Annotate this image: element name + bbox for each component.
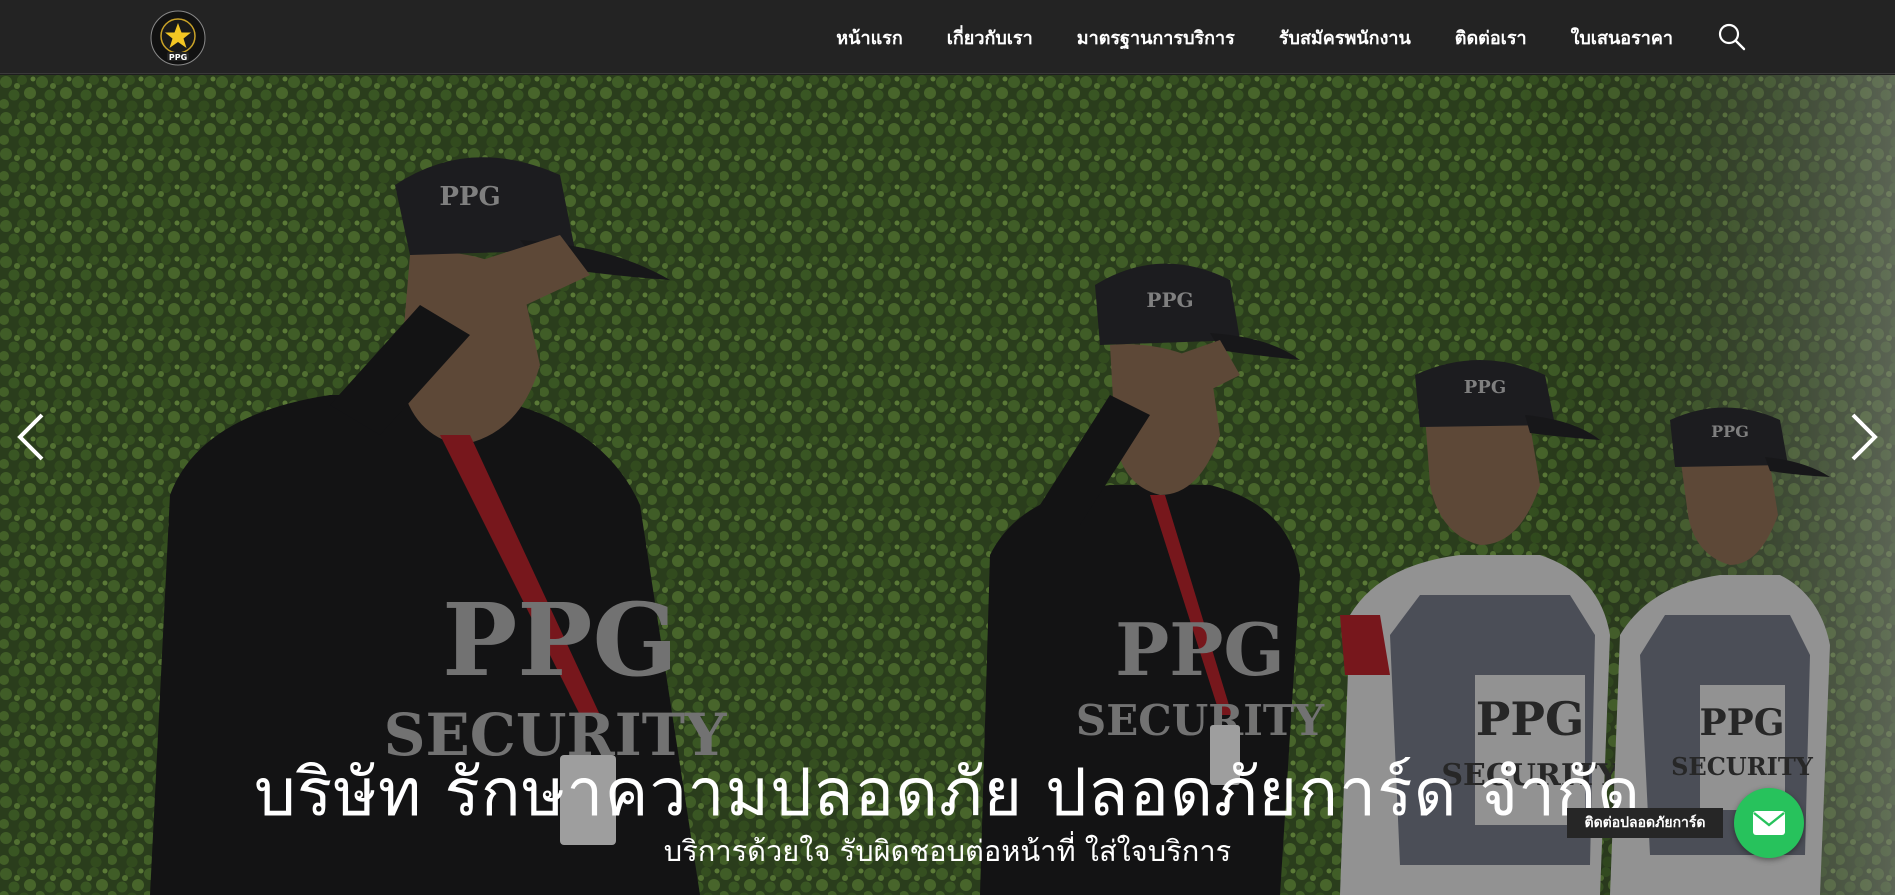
site-header: PPG หน้าแรก เกี่ยวกับเรา มาตรฐานการบริกา…: [0, 0, 1895, 74]
contact-tooltip: ติดต่อปลอดภัยการ์ด: [1567, 808, 1723, 838]
nav-careers[interactable]: รับสมัครพนักงาน: [1279, 23, 1411, 52]
nav-about[interactable]: เกี่ยวกับเรา: [947, 23, 1033, 52]
contact-button[interactable]: [1734, 788, 1804, 858]
search-icon[interactable]: [1717, 22, 1747, 52]
chevron-left-icon[interactable]: [12, 407, 52, 467]
nav-home[interactable]: หน้าแรก: [836, 23, 902, 52]
main-nav: หน้าแรก เกี่ยวกับเรา มาตรฐานการบริการ รั…: [836, 0, 1895, 74]
nav-quotation[interactable]: ใบเสนอราคา: [1571, 23, 1673, 52]
nav-service-standard[interactable]: มาตรฐานการบริการ: [1077, 23, 1235, 52]
svg-text:PPG: PPG: [169, 53, 187, 62]
envelope-icon: [1753, 811, 1785, 835]
company-logo[interactable]: PPG: [145, 10, 211, 66]
nav-contact[interactable]: ติดต่อเรา: [1455, 23, 1527, 52]
chevron-right-icon[interactable]: [1843, 407, 1883, 467]
